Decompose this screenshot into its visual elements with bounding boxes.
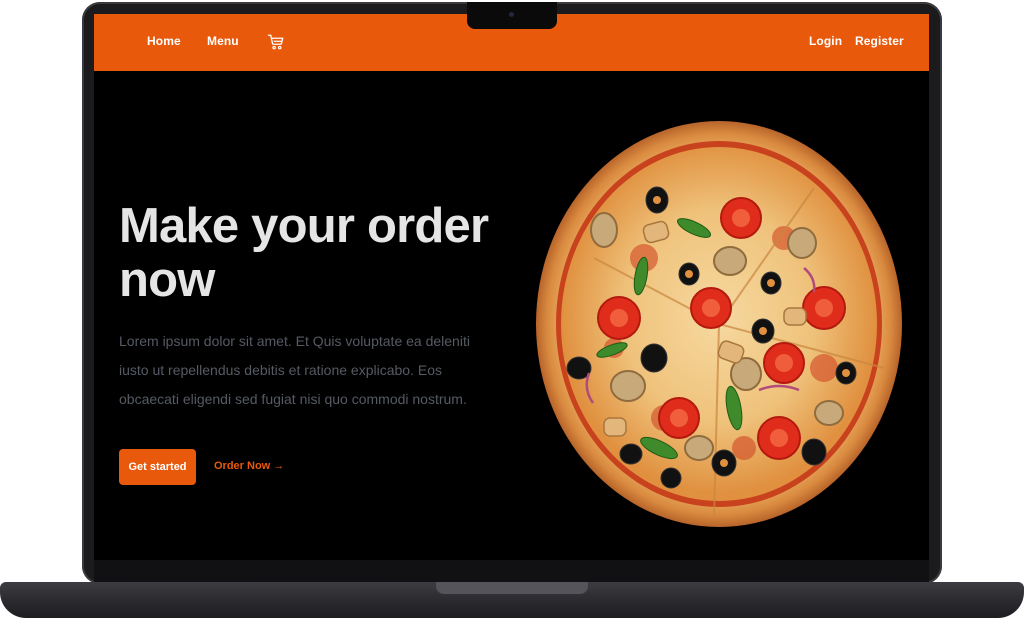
- browser-screen: Home Menu Login Register Make your order…: [94, 14, 929, 560]
- laptop-opening-notch: [436, 582, 588, 594]
- nav-register-link[interactable]: Register: [855, 34, 904, 48]
- cart-icon[interactable]: [267, 33, 285, 51]
- laptop-bezel-bottom: [94, 560, 929, 582]
- laptop-mockup: Home Menu Login Register Make your order…: [0, 0, 1024, 624]
- hero-title: Make your order now: [119, 199, 499, 307]
- nav-home-link[interactable]: Home: [147, 34, 181, 48]
- camera-icon: [509, 12, 514, 17]
- hero-description: Lorem ipsum dolor sit amet. Et Quis volu…: [119, 333, 470, 407]
- nav-menu-link[interactable]: Menu: [207, 34, 239, 48]
- pizza-image: [536, 121, 902, 527]
- get-started-button[interactable]: Get started: [119, 449, 196, 485]
- hero-title-line1: Make your order: [119, 199, 489, 253]
- hero-title-line2: now: [119, 253, 215, 307]
- camera-notch: [467, 2, 557, 29]
- order-now-link[interactable]: Order Now →: [214, 460, 284, 472]
- nav-login-link[interactable]: Login: [809, 34, 842, 48]
